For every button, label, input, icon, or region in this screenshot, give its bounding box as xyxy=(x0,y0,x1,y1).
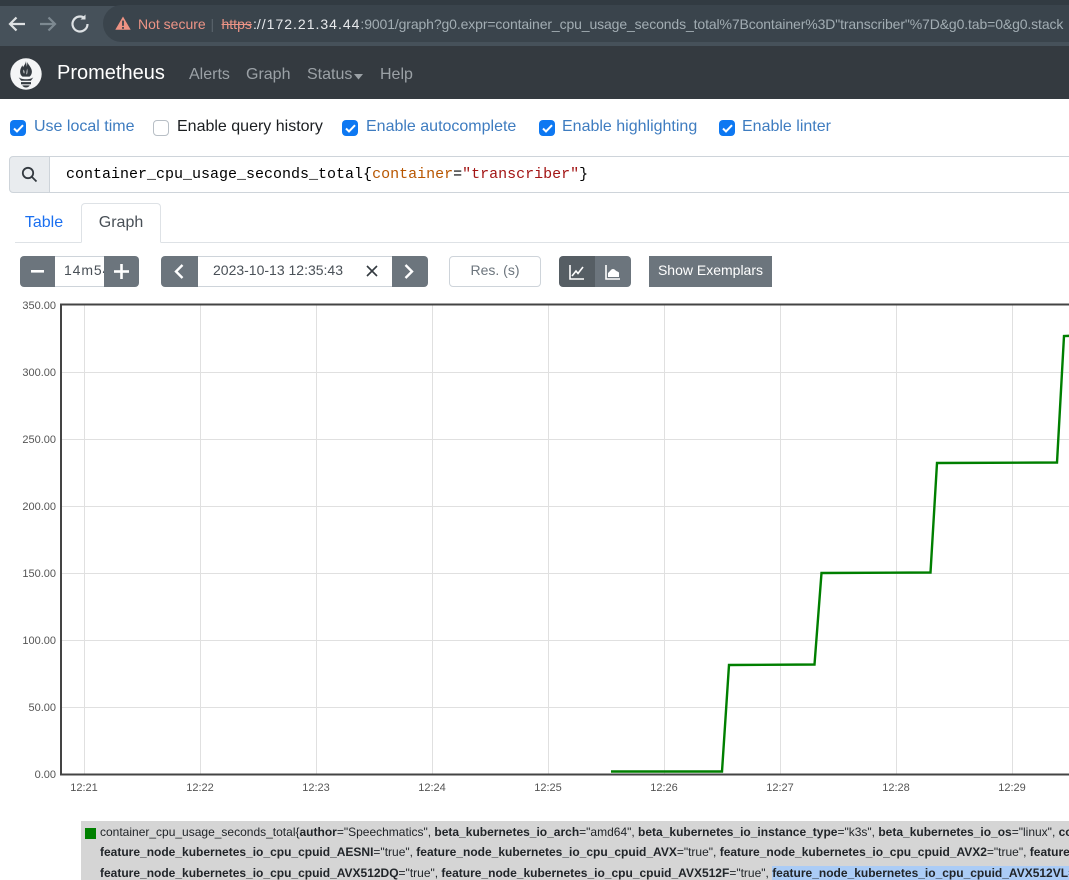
svg-text:250.00: 250.00 xyxy=(22,434,56,446)
svg-text:12:24: 12:24 xyxy=(418,782,446,794)
svg-text:12:27: 12:27 xyxy=(766,782,794,794)
svg-text:0.00: 0.00 xyxy=(35,769,56,781)
svg-text:300.00: 300.00 xyxy=(22,367,56,379)
svg-text:12:23: 12:23 xyxy=(302,782,330,794)
svg-text:12:21: 12:21 xyxy=(70,782,98,794)
svg-text:350.00: 350.00 xyxy=(22,300,56,312)
svg-text:150.00: 150.00 xyxy=(22,568,56,580)
svg-text:12:22: 12:22 xyxy=(186,782,214,794)
svg-text:12:28: 12:28 xyxy=(882,782,910,794)
svg-text:200.00: 200.00 xyxy=(22,501,56,513)
svg-text:100.00: 100.00 xyxy=(22,635,56,647)
svg-text:12:29: 12:29 xyxy=(998,782,1026,794)
svg-text:12:25: 12:25 xyxy=(534,782,562,794)
svg-text:12:26: 12:26 xyxy=(650,782,678,794)
svg-text:50.00: 50.00 xyxy=(28,702,56,714)
